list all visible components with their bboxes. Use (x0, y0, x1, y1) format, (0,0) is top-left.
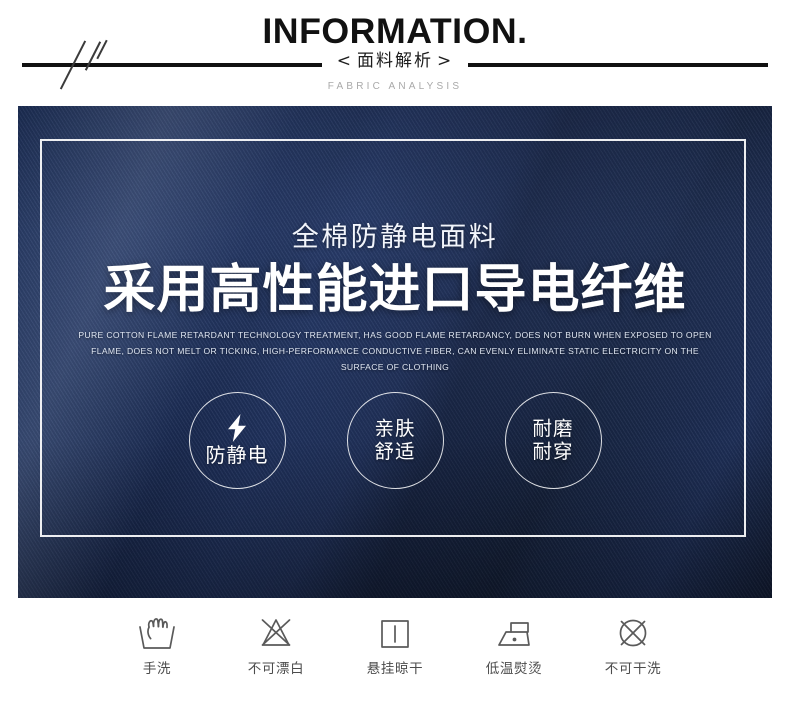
bracket-close-icon: > (437, 51, 454, 71)
feature-label: 耐穿 (532, 439, 574, 463)
care-item-hand-wash: 手洗 (122, 612, 192, 677)
feature-badge-antistatic: 防静电 (188, 392, 286, 489)
care-label: 悬挂晾干 (366, 661, 424, 677)
banner-main-title: 采用高性能进口导电纤维 (103, 260, 687, 320)
banner-content: 全棉防静电面料 采用高性能进口导电纤维 PURE COTTON FLAME RE… (18, 106, 772, 598)
header-chinese-subtitle-text: 面料解析 (357, 51, 433, 71)
care-item-no-dry-clean: 不可干洗 (598, 612, 668, 677)
care-item-no-bleach: 不可漂白 (241, 612, 311, 677)
banner-description: PURE COTTON FLAME RETARDANT TECHNOLOGY T… (78, 330, 712, 372)
header-english-subtitle: FABRIC ANALYSIS (327, 81, 463, 92)
feature-badge-skin-friendly: 亲肤 舒适 (346, 392, 444, 489)
care-label: 手洗 (142, 661, 172, 677)
feature-label: 亲肤 (374, 417, 416, 441)
no-dry-clean-icon (611, 612, 655, 654)
low-iron-icon (491, 612, 537, 654)
hang-dry-icon (373, 612, 417, 654)
fabric-banner: 全棉防静电面料 采用高性能进口导电纤维 PURE COTTON FLAME RE… (18, 106, 772, 598)
feature-label: 防静电 (205, 443, 269, 468)
care-instruction-list: 手洗 不可漂白 悬挂晾干 低温熨烫 不可干洗 (0, 612, 790, 677)
banner-subtitle: 全棉防静电面料 (291, 222, 499, 253)
no-bleach-icon (254, 612, 298, 654)
feature-label: 舒适 (374, 439, 416, 463)
lightning-bolt-icon (226, 414, 248, 443)
care-item-low-iron: 低温熨烫 (479, 612, 549, 677)
feature-badge-durable: 耐磨 耐穿 (504, 392, 602, 489)
feature-badge-list: 防静电 亲肤 舒适 耐磨 耐穿 (18, 392, 772, 489)
care-label: 不可干洗 (604, 661, 662, 677)
bracket-open-icon: < (336, 51, 353, 71)
page-header: INFORMATION. < 面料解析 > FABRIC ANALYSIS (0, 0, 790, 106)
header-chinese-subtitle: < 面料解析 > (0, 53, 790, 70)
feature-label: 耐磨 (532, 417, 574, 441)
hand-wash-icon (135, 612, 179, 654)
care-label: 低温熨烫 (485, 661, 543, 677)
page-title: INFORMATION. (262, 12, 528, 51)
fabric-analysis-page: INFORMATION. < 面料解析 > FABRIC ANALYSIS 全棉防静… (0, 0, 790, 706)
care-label: 不可漂白 (247, 661, 305, 677)
care-item-hang-dry: 悬挂晾干 (360, 612, 430, 677)
